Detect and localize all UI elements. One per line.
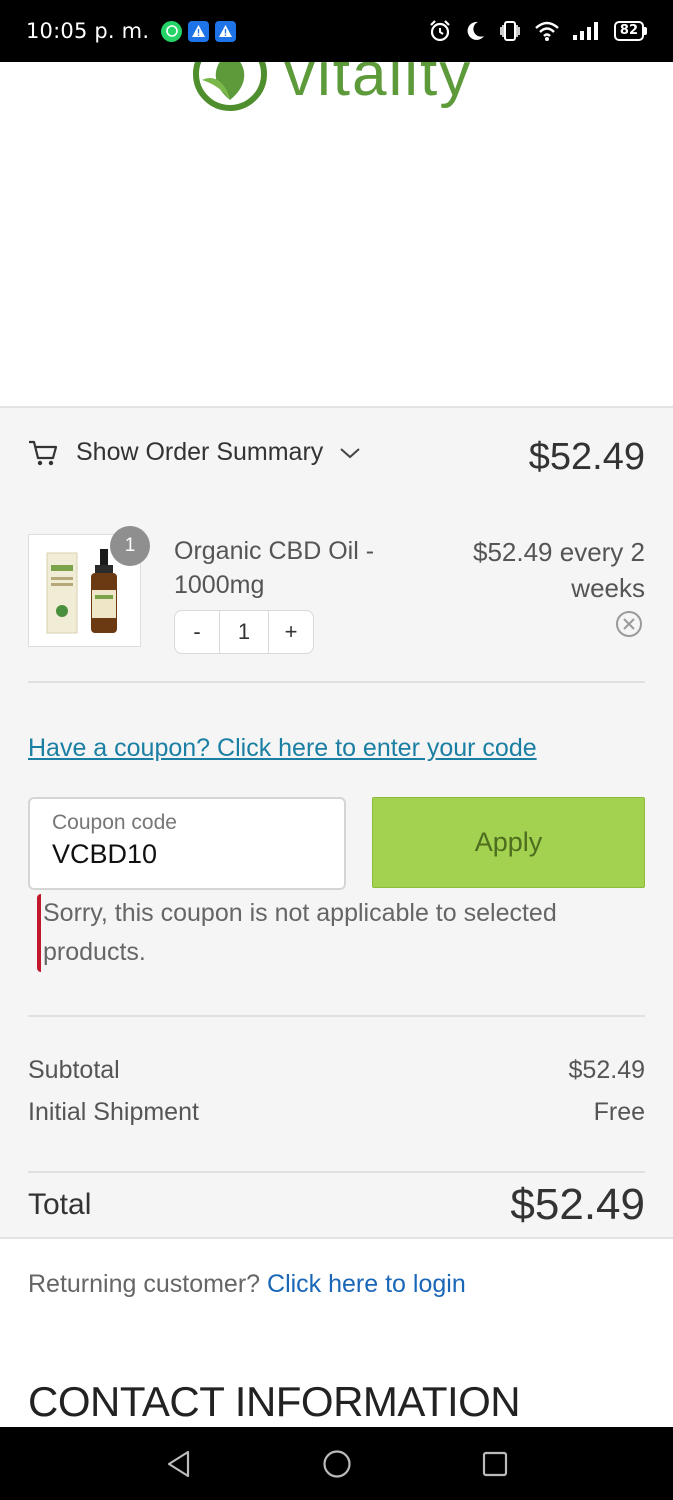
battery-level: 82 [613,21,644,41]
home-icon[interactable] [322,1449,352,1479]
total-value: $52.49 [510,1180,645,1229]
shipment-row: Initial Shipment Free [28,1098,645,1127]
subtotal-row: Subtotal $52.49 [28,1056,645,1085]
order-summary-panel: Show Order Summary $52.49 1 Organic CBD … [0,406,673,1239]
subtotal-value: $52.49 [568,1056,645,1084]
status-time: 10:05 p. m. [26,19,150,43]
moon-icon [467,21,484,40]
divider [28,1015,645,1017]
product-name: Organic CBD Oil - 1000mg [174,537,375,599]
vibrate-icon [500,21,520,41]
shipment-value: Free [593,1098,645,1126]
chevron-down-icon [340,447,360,458]
cart-line-item: 1 Organic CBD Oil - 1000mg - 1 + $52.49 … [28,526,645,664]
decrease-quantity-button[interactable]: - [174,610,220,654]
divider [28,681,645,683]
android-nav-bar [0,1427,673,1500]
show-order-summary-label: Show Order Summary [76,438,324,466]
recents-icon[interactable] [481,1450,509,1478]
coupon-code-label: Coupon code [52,811,177,834]
subtotal-label: Subtotal [28,1056,120,1084]
whatsapp-icon [161,20,183,42]
wifi-icon [535,21,559,41]
back-icon[interactable] [165,1449,193,1479]
warning-icon [215,20,237,42]
remove-item-icon[interactable] [615,610,643,638]
leaf-logo-icon [193,62,267,111]
shipment-label: Initial Shipment [28,1098,199,1126]
apply-coupon-button[interactable]: Apply [372,797,645,888]
show-order-summary-toggle[interactable]: Show Order Summary [28,438,361,467]
coupon-error-message: Sorry, this coupon is not applicable to … [37,894,637,972]
coupon-code-value: VCBD10 [52,839,158,869]
battery-icon: 82 [613,21,647,41]
quantity-stepper: - 1 + [174,610,314,654]
status-bar: 10:05 p. m. 82 [0,0,673,62]
quantity-value[interactable]: 1 [220,610,268,654]
signal-icon [572,22,598,40]
increase-quantity-button[interactable]: + [268,610,314,654]
product-price: $52.49 every 2 weeks [472,537,645,603]
login-link[interactable]: Click here to login [267,1270,466,1298]
summary-total: $52.49 [528,436,645,478]
returning-customer-prompt: Returning customer? [28,1270,261,1298]
site-header: vitality [0,62,673,407]
returning-customer-notice: Returning customer? Click here to login [28,1270,466,1299]
status-indicators: 82 [428,19,647,43]
contact-information-heading: CONTACT INFORMATION [28,1378,521,1425]
coupon-toggle-link[interactable]: Have a coupon? Click here to enter your … [28,734,537,763]
cart-icon [29,440,58,465]
total-label: Total [28,1188,92,1221]
notification-icons [161,20,237,42]
site-logo[interactable]: vitality [190,62,472,114]
coupon-code-input[interactable]: Coupon code VCBD10 [28,797,346,890]
total-row: Total $52.49 [28,1178,645,1232]
alarm-icon [430,20,450,42]
warning-icon [188,20,210,42]
quantity-badge: 1 [110,526,150,566]
logo-text: vitality [284,62,473,109]
divider [28,1171,645,1173]
